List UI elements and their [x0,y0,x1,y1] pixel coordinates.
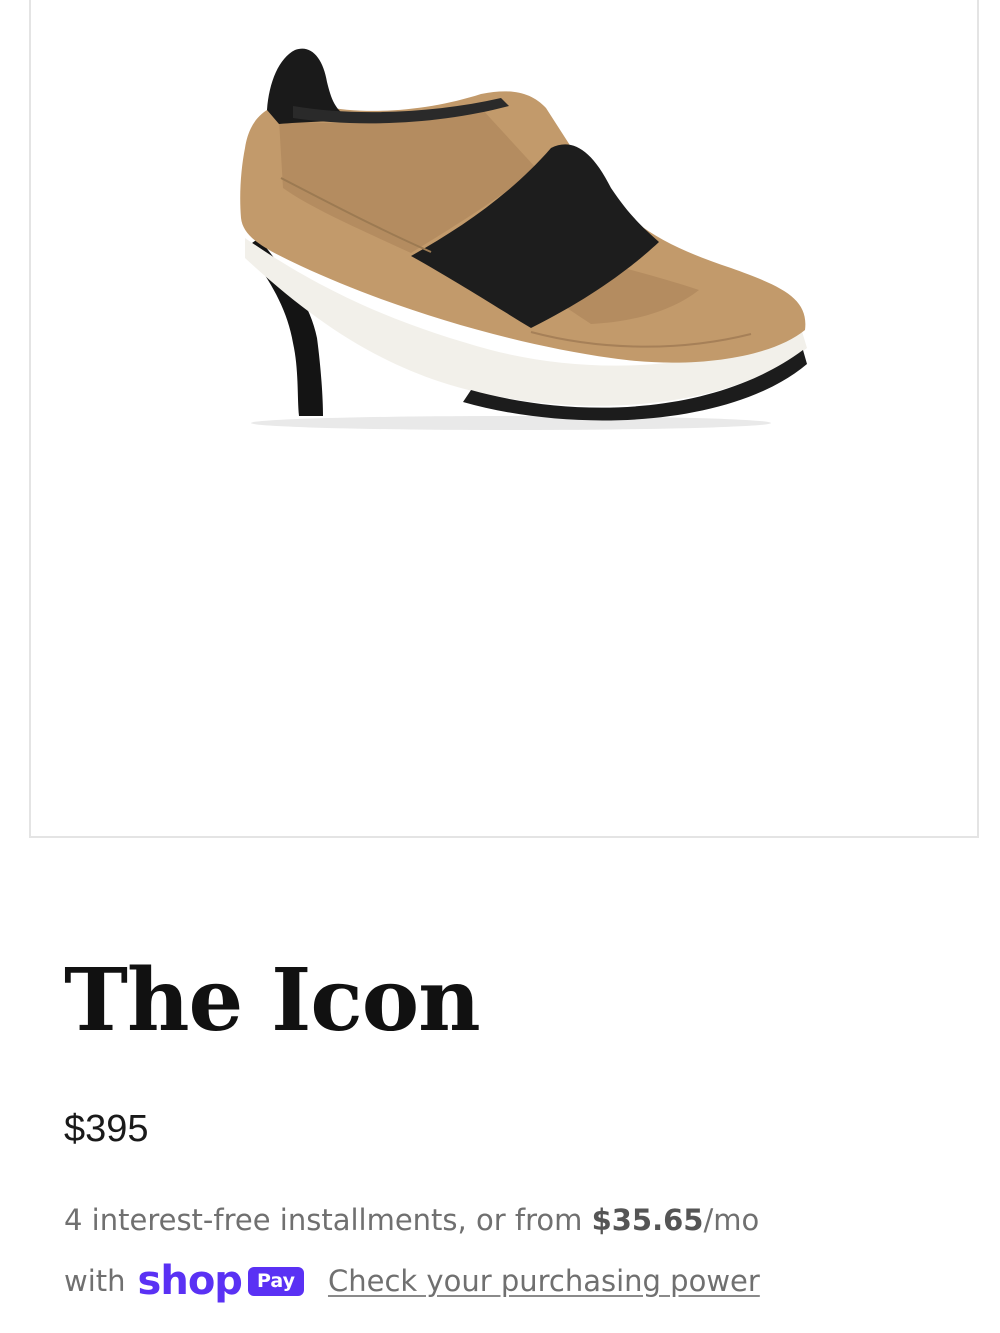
shop-pay-logo-icon: shop [137,1258,243,1304]
product-title: The Icon [64,950,481,1051]
installments-amount: $35.65 [591,1203,704,1237]
pay-badge: Pay [247,1266,304,1296]
installments-suffix: /mo [703,1203,760,1237]
installments-text: 4 interest-free installments, or from $3… [64,1203,759,1238]
with-label: with [64,1264,126,1298]
shop-pay-row: with shop Pay Check your purchasing powe… [64,1256,760,1306]
installments-prefix: 4 interest-free installments, or from [64,1203,592,1237]
check-purchasing-power-link[interactable]: Check your purchasing power [328,1264,760,1298]
product-shoe-image [240,48,807,430]
product-price: $395 [64,1108,149,1150]
product-image-frame[interactable] [29,0,979,838]
